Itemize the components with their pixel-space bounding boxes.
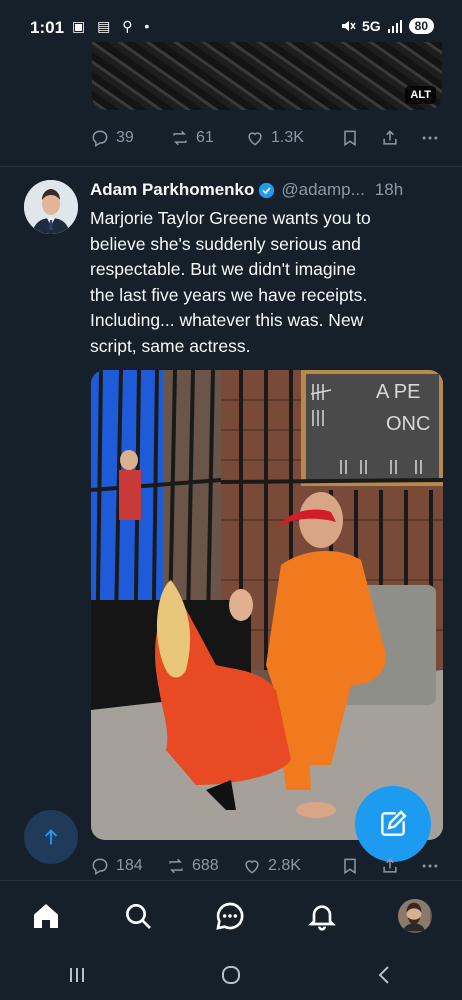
repost-button[interactable]: 61 [170,128,245,148]
repost-icon [169,858,183,874]
network-label: 5G [361,18,381,34]
chalk-text-mid: ONC [386,413,430,435]
recent-apps-icon [70,968,84,982]
heart-icon [245,860,259,874]
tweet-text: Marjorie Taylor Greene wants you to beli… [90,208,371,356]
bottom-nav [0,880,462,951]
repost-icon [173,130,187,146]
more-icon [422,864,438,868]
tweet-divider [0,166,462,167]
home-icon [34,904,58,928]
signal-icon [387,20,402,33]
more-options-button[interactable] [420,128,440,148]
author-avatar-image [24,180,78,234]
author-handle[interactable]: @adamp... [281,180,364,200]
scroll-to-top-button[interactable] [24,810,78,864]
author-avatar[interactable] [24,180,78,234]
tweet-time[interactable]: 18h [375,180,403,200]
battery-indicator: 80 [408,18,434,34]
profile-avatar-image [398,899,430,931]
tweet-actions: 184 688 2.8K [90,851,440,881]
previous-tweet-image[interactable]: ALT [92,42,442,110]
back-button[interactable] [373,963,397,987]
tweet-header: Adam Parkhomenko @adamp... 18h [90,180,450,200]
bookmark-button[interactable] [340,856,380,876]
nav-chat[interactable] [214,900,246,932]
repost-count: 688 [192,857,219,874]
nav-search[interactable] [122,900,154,932]
share-button[interactable] [380,128,420,148]
author-name[interactable]: Adam Parkhomenko [90,180,254,200]
reply-icon [92,858,108,875]
reply-button[interactable]: 39 [90,128,170,148]
like-button[interactable]: 2.8K [242,856,340,876]
system-nav-bar [0,950,462,1000]
like-button[interactable]: 1.3K [245,128,340,148]
like-count: 2.8K [268,857,301,874]
mute-icon [341,21,356,31]
tweet-photo[interactable]: A PE ONC [91,370,443,840]
reply-count: 184 [116,857,143,874]
like-count: 1.3K [271,129,304,146]
home-circle-icon [222,966,240,984]
bell-icon [308,905,336,931]
share-icon [383,130,397,145]
alt-badge[interactable]: ALT [405,86,436,104]
bookmark-button[interactable] [340,128,380,148]
nav-notifications[interactable] [306,900,338,932]
share-button[interactable] [380,856,420,876]
chalk-text-top: A PE [376,381,420,403]
heart-icon [248,132,262,146]
bookmark-icon [344,130,356,147]
more-options-button[interactable] [420,856,440,876]
reply-icon [92,130,108,147]
status-time: 1:01 [30,18,65,37]
repost-count: 61 [196,129,214,146]
reply-button[interactable]: 184 [90,856,166,876]
nav-home[interactable] [30,900,62,932]
home-system-button[interactable] [219,963,243,987]
more-icon [422,136,438,140]
back-icon [378,966,389,984]
reply-count: 39 [116,129,134,146]
search-icon [126,904,151,929]
status-notification-icons: ▣ ▤ ⚲ • [72,18,154,34]
repost-button[interactable]: 688 [166,856,242,876]
status-right: 5G 80 [340,18,434,34]
recent-apps-button[interactable] [65,963,89,987]
arrow-up-icon [44,829,58,845]
bookmark-icon [344,858,356,875]
previous-tweet-actions: 39 61 1.3K [90,123,440,153]
chat-icon [216,902,244,930]
tweet-photo-image: A PE ONC [91,370,443,840]
verified-badge-icon [259,182,275,198]
compose-icon [381,810,407,836]
share-icon [383,858,397,873]
nav-profile-avatar[interactable] [398,899,432,933]
